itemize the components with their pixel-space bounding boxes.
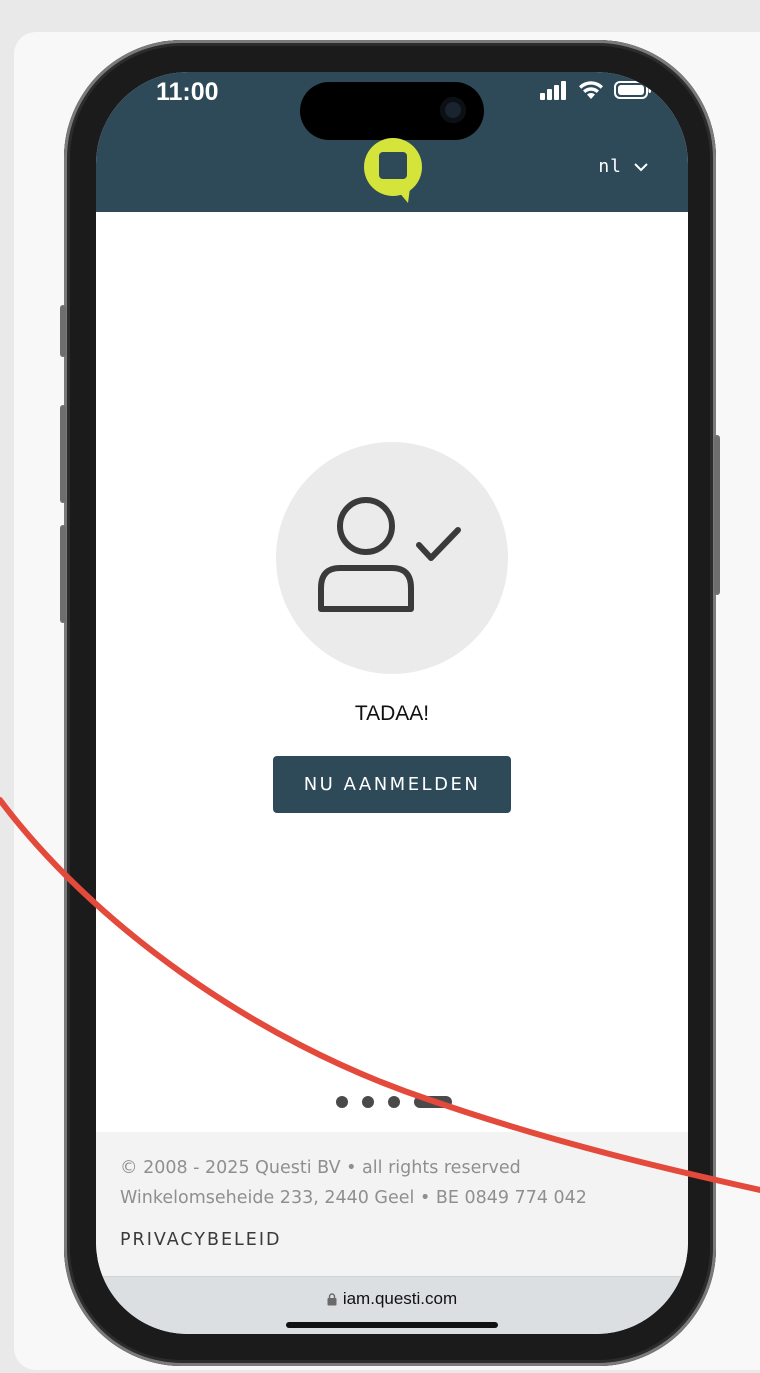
url-text: iam.questi.com: [342, 1289, 458, 1308]
url-display[interactable]: iam.questi.com: [96, 1289, 688, 1309]
page-footer: © 2008 - 2025 Questi BV • all rights res…: [96, 1132, 688, 1276]
copyright-text: © 2008 - 2025 Questi BV • all rights res…: [120, 1158, 521, 1178]
user-check-icon: [318, 497, 461, 612]
pagination-dots: [96, 1096, 688, 1108]
pagination-dot[interactable]: [336, 1096, 348, 1108]
status-time: 11:00: [156, 78, 219, 106]
language-selected: nl: [598, 156, 622, 177]
address-text: Winkelomseheide 233, 2440 Geel • BE 0849…: [120, 1188, 587, 1208]
chevron-down-icon: [634, 162, 648, 171]
pagination-dot[interactable]: [362, 1096, 374, 1108]
lock-icon: [327, 1292, 337, 1305]
pagination-dot-active[interactable]: [414, 1096, 452, 1108]
home-indicator: [286, 1322, 498, 1328]
status-icons: [540, 80, 652, 100]
language-selector[interactable]: nl: [598, 156, 648, 177]
app-header: 11:00 nl: [96, 72, 688, 212]
page-title: TADAA!: [354, 702, 430, 725]
privacy-link[interactable]: PRIVACYBELEID: [120, 1230, 282, 1250]
signal-icon: [540, 81, 566, 100]
camera-icon: [440, 97, 466, 123]
side-button-volume-up: [60, 405, 66, 503]
user-check-illustration: [276, 442, 508, 674]
questi-logo-icon[interactable]: [362, 136, 424, 204]
phone-screen: 11:00 nl TADAA! NU AANMELDEN © 2008 - 20…: [96, 72, 688, 1334]
battery-icon: [614, 81, 651, 99]
main-content: TADAA! NU AANMELDEN: [96, 212, 688, 1132]
login-button[interactable]: NU AANMELDEN: [273, 756, 511, 813]
pagination-dot[interactable]: [388, 1096, 400, 1108]
side-button-silent: [60, 305, 66, 357]
side-button-power: [714, 435, 720, 595]
wifi-icon: [579, 81, 603, 99]
side-button-volume-down: [60, 525, 66, 623]
dynamic-island: [300, 82, 484, 140]
